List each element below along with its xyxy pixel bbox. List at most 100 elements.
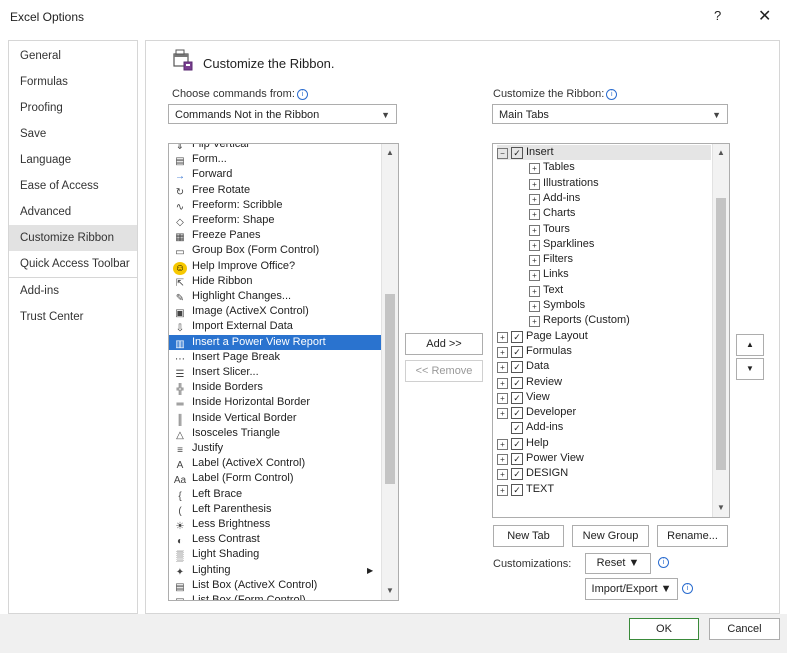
reset-button[interactable]: Reset ▼: [585, 553, 651, 574]
customize-ribbon-dropdown[interactable]: Main Tabs ▼: [492, 104, 728, 124]
command-item[interactable]: ◇ Freeform: Shape: [169, 213, 381, 228]
expand-icon[interactable]: +: [497, 392, 508, 404]
command-item[interactable]: ∿ Freeform: Scribble: [169, 198, 381, 213]
command-item[interactable]: Aa Label (Form Control): [169, 471, 381, 486]
sidebar-item-quick-access-toolbar[interactable]: Quick Access Toolbar: [9, 251, 137, 277]
command-item[interactable]: ▥ Insert a Power View Report: [169, 334, 381, 350]
scroll-down-icon[interactable]: ▼: [714, 501, 728, 515]
tree-item[interactable]: − ✓ Insert: [497, 145, 711, 160]
command-item[interactable]: → Forward: [169, 167, 381, 182]
tree-item[interactable]: + ✓ Help: [497, 436, 549, 451]
expand-icon[interactable]: +: [529, 301, 540, 312]
tree-item[interactable]: + Tours: [529, 222, 570, 237]
import-export-button[interactable]: Import/Export ▼: [585, 578, 678, 600]
cancel-button[interactable]: Cancel: [709, 618, 780, 640]
ok-button[interactable]: OK: [629, 618, 699, 640]
checkbox-icon[interactable]: ✓: [511, 483, 523, 496]
command-item[interactable]: A Label (ActiveX Control): [169, 456, 381, 471]
expand-icon[interactable]: +: [529, 270, 540, 282]
choose-commands-dropdown[interactable]: Commands Not in the Ribbon ▼: [168, 104, 397, 124]
command-item[interactable]: ☀ Less Brightness: [169, 517, 381, 532]
sidebar-item-advanced[interactable]: Advanced: [9, 199, 137, 225]
checkbox-icon[interactable]: ✓: [511, 345, 523, 358]
add-button[interactable]: Add >>: [405, 333, 483, 355]
info-icon[interactable]: i: [606, 89, 618, 100]
tree-item[interactable]: + Sparklines: [529, 237, 594, 252]
checkbox-icon[interactable]: ✓: [511, 453, 523, 465]
commands-list-scrollbar[interactable]: ▲ ▼: [381, 144, 398, 600]
command-item[interactable]: ⇱ Hide Ribbon: [169, 274, 381, 289]
scroll-thumb[interactable]: [716, 198, 726, 470]
tree-item[interactable]: + Charts: [529, 206, 575, 221]
info-icon[interactable]: i: [296, 89, 308, 100]
command-item[interactable]: ▤ List Box (Form Control): [169, 593, 381, 600]
close-button[interactable]: ✕: [758, 6, 771, 26]
checkbox-icon[interactable]: ✓: [511, 407, 523, 420]
tree-item[interactable]: + ✓ DESIGN: [497, 466, 568, 481]
tree-item[interactable]: + ✓ Developer: [497, 405, 576, 420]
command-item[interactable]: ⋯ Insert Page Break: [169, 350, 381, 365]
checkbox-icon[interactable]: ✓: [511, 147, 523, 159]
sidebar-item-trust-center[interactable]: Trust Center: [9, 304, 137, 330]
tree-item[interactable]: + Filters: [529, 252, 573, 267]
command-item[interactable]: ☺ Help Improve Office?: [169, 259, 381, 275]
expand-icon[interactable]: +: [529, 193, 540, 205]
command-item[interactable]: ≡ Justify: [169, 441, 381, 456]
remove-button[interactable]: << Remove: [405, 360, 483, 382]
sidebar-item-formulas[interactable]: Formulas: [9, 69, 137, 95]
commands-list[interactable]: ▲ ▼ ⇕ Flip Vertical ▤ Form... → Forward ↻ Free …: [168, 143, 399, 601]
tree-item[interactable]: + ✓ View: [497, 390, 550, 405]
tree-item[interactable]: + ✓ Review: [497, 375, 562, 390]
move-down-button[interactable]: ▼: [736, 358, 764, 380]
command-item[interactable]: ▒ Light Shading: [169, 547, 381, 562]
tree-item[interactable]: + ✓ Power View: [497, 451, 584, 466]
expand-icon[interactable]: +: [529, 316, 540, 328]
scroll-up-icon[interactable]: ▲: [714, 146, 728, 160]
expand-icon[interactable]: +: [529, 209, 540, 221]
sidebar-item-customize-ribbon[interactable]: Customize Ribbon: [9, 225, 137, 251]
command-item[interactable]: ✎ Highlight Changes...: [169, 289, 381, 304]
checkbox-icon[interactable]: ✓: [511, 330, 523, 343]
expand-icon[interactable]: +: [497, 454, 508, 465]
command-item[interactable]: ↻ Free Rotate: [169, 183, 381, 198]
tree-item[interactable]: ✓ Add-ins: [497, 420, 563, 435]
checkbox-icon[interactable]: ✓: [511, 422, 523, 435]
collapse-icon[interactable]: −: [497, 148, 508, 159]
tree-item[interactable]: + ✓ Data: [497, 359, 549, 374]
tree-item[interactable]: + Links: [529, 267, 569, 282]
expand-icon[interactable]: +: [497, 469, 508, 481]
tree-item[interactable]: + ✓ Page Layout: [497, 329, 588, 344]
checkbox-icon[interactable]: ✓: [511, 437, 523, 450]
command-item[interactable]: ═ Inside Horizontal Border: [169, 395, 381, 410]
checkbox-icon[interactable]: ✓: [511, 468, 523, 481]
rename-button[interactable]: Rename...: [657, 525, 728, 547]
sidebar-item-ease-of-access[interactable]: Ease of Access: [9, 173, 137, 199]
tree-item[interactable]: + Reports (Custom): [529, 313, 630, 328]
command-item[interactable]: ✦ Lighting: [169, 563, 381, 578]
expand-icon[interactable]: +: [529, 224, 540, 236]
scroll-down-icon[interactable]: ▼: [383, 584, 397, 598]
command-item[interactable]: ⇕ Flip Vertical: [169, 144, 381, 152]
command-item[interactable]: ☰ Insert Slicer...: [169, 365, 381, 380]
command-item[interactable]: (Left Parenthesis: [169, 502, 381, 517]
expand-icon[interactable]: +: [497, 377, 508, 389]
expand-icon[interactable]: +: [497, 331, 508, 343]
expand-icon[interactable]: +: [529, 285, 540, 297]
tree-scrollbar[interactable]: ▲ ▼: [712, 144, 729, 517]
checkbox-icon[interactable]: ✓: [511, 391, 523, 404]
tree-item[interactable]: + Illustrations: [529, 176, 599, 191]
new-group-button[interactable]: New Group: [572, 525, 649, 547]
scroll-up-icon[interactable]: ▲: [383, 146, 397, 160]
ribbon-tabs-tree[interactable]: ▲ ▼ − ✓ Insert + Tables + Illustrations + Add-in…: [492, 143, 730, 518]
expand-icon[interactable]: +: [529, 178, 540, 190]
checkbox-icon[interactable]: ✓: [511, 376, 523, 389]
expand-icon[interactable]: +: [529, 239, 540, 251]
tree-item[interactable]: + Add-ins: [529, 191, 580, 206]
sidebar-item-add-ins[interactable]: Add-ins: [9, 278, 137, 304]
expand-icon[interactable]: +: [529, 255, 540, 267]
command-item[interactable]: ⇩ Import External Data: [169, 319, 381, 334]
command-item[interactable]: ▤ Form...: [169, 152, 381, 167]
scroll-thumb[interactable]: [385, 294, 395, 484]
sidebar-item-general[interactable]: General: [9, 43, 137, 69]
sidebar-item-language[interactable]: Language: [9, 147, 137, 173]
